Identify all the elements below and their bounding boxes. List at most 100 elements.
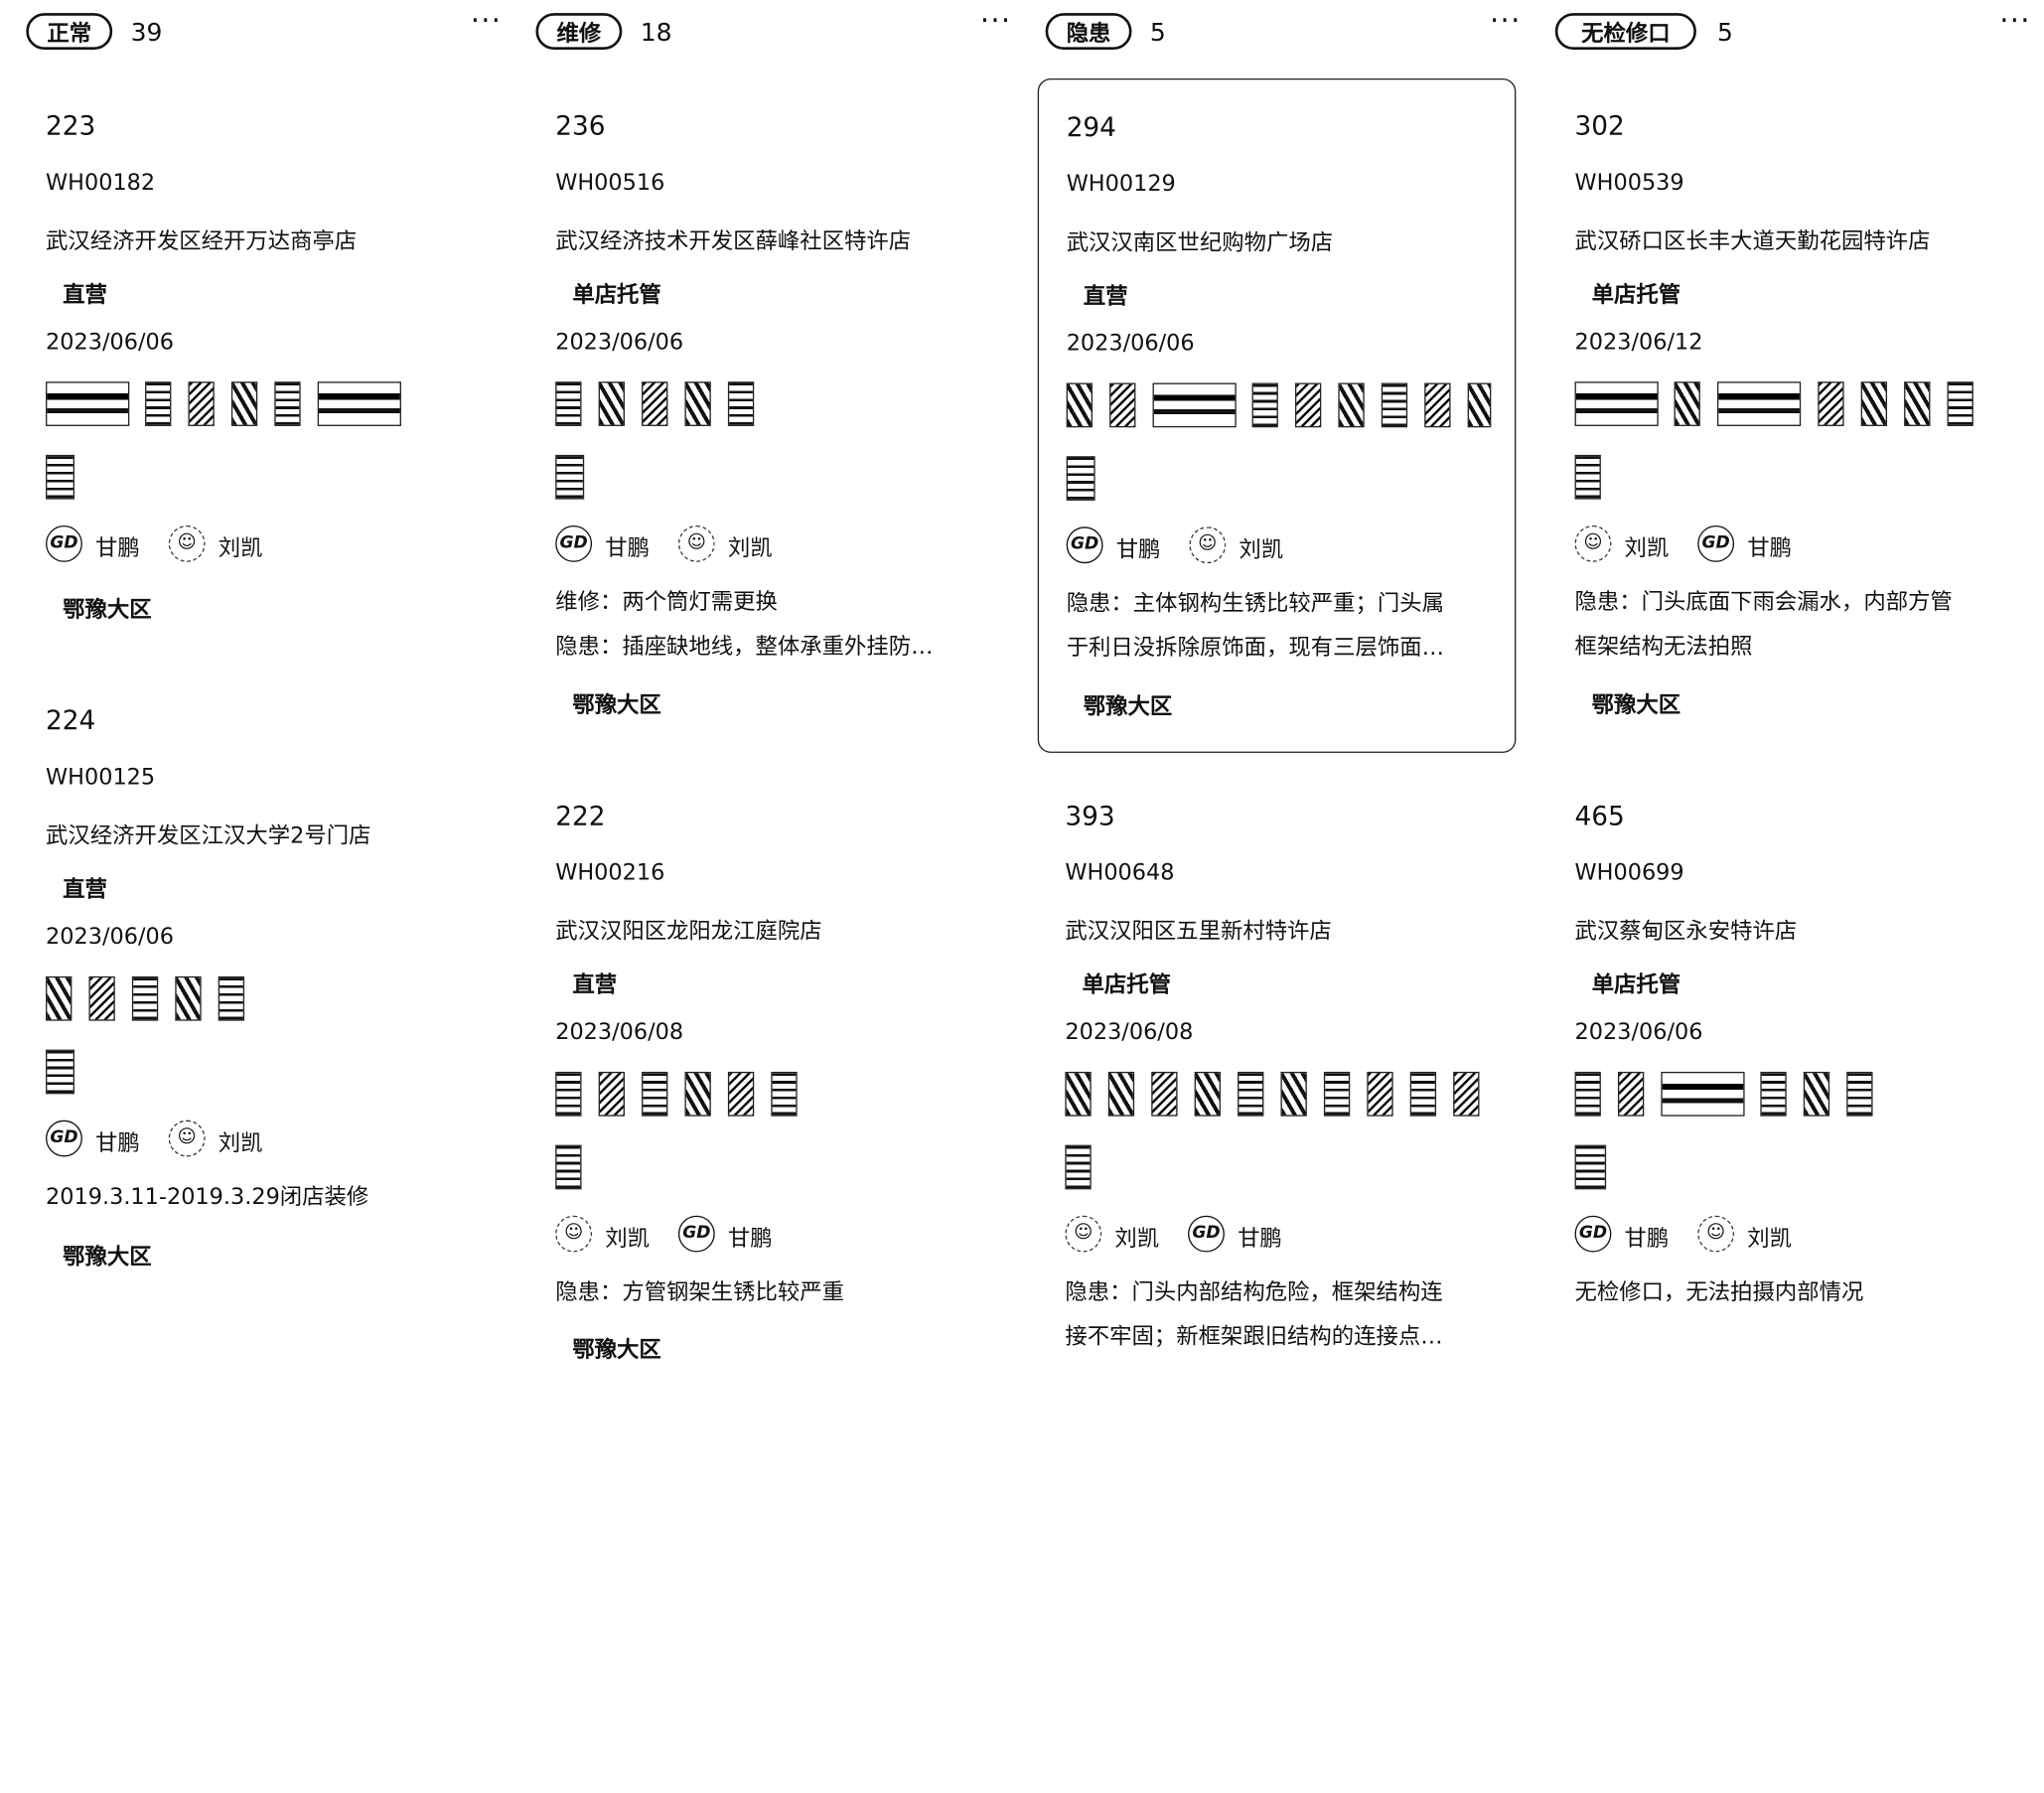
photo-thumbnail[interactable] — [46, 1049, 75, 1095]
assignee[interactable]: GD 甘鹏 — [677, 1215, 796, 1255]
photo-thumbnail[interactable] — [555, 454, 585, 500]
photo-thumbnail[interactable] — [1818, 381, 1844, 426]
store-card[interactable]: 393 WH00648 武汉汉阳区五里新村特许店 单店托管 2023/06/08 — [1046, 784, 1525, 1363]
store-card[interactable]: 224 WH00125 武汉经济开发区江汉大学2号门店 直营 2023/06/0… — [26, 688, 505, 1302]
photo-thumbnail[interactable] — [1151, 1071, 1178, 1117]
photo-thumbnail[interactable] — [642, 381, 668, 426]
photo-thumbnail[interactable] — [1760, 1071, 1787, 1117]
photo-thumbnail[interactable] — [1860, 381, 1888, 426]
more-horizontal-icon[interactable]: ··· — [471, 5, 503, 38]
photo-thumbnail[interactable] — [727, 381, 755, 426]
photo-thumbnail[interactable] — [598, 1071, 625, 1117]
photo-thumbnail[interactable] — [1294, 382, 1322, 428]
photo-thumbnail[interactable] — [230, 381, 258, 426]
assignee[interactable]: ☺ 刘凯 — [555, 1215, 672, 1255]
photo-thumbnail[interactable] — [1065, 1144, 1092, 1190]
photo-thumbnail[interactable] — [46, 975, 73, 1021]
photo-thumbnail[interactable] — [1194, 1071, 1221, 1117]
photo-thumbnail[interactable] — [1367, 1071, 1393, 1117]
photo-thumbnail[interactable] — [1109, 382, 1136, 428]
photo-thumbnail[interactable] — [1574, 381, 1659, 426]
photo-thumbnail[interactable] — [1381, 382, 1408, 428]
photo-thumbnail[interactable] — [1238, 1071, 1264, 1117]
photo-thumbnail[interactable] — [274, 381, 301, 426]
photo-thumbnail[interactable] — [1323, 1071, 1351, 1117]
photo-thumbnail[interactable] — [555, 381, 582, 426]
photo-thumbnail[interactable] — [555, 1071, 582, 1117]
photo-thumbnail[interactable] — [642, 1071, 668, 1117]
more-horizontal-icon[interactable]: ··· — [980, 5, 1012, 38]
photo-thumbnail[interactable] — [598, 381, 625, 426]
assignees: ☺ 刘凯 GD 甘鹏 — [555, 1215, 842, 1255]
status-tag[interactable]: 隐患 — [1045, 13, 1132, 51]
photo-thumbnail[interactable] — [684, 1071, 711, 1117]
operation-type: 直营 — [63, 876, 107, 904]
photo-thumbnail[interactable] — [1617, 1071, 1645, 1117]
photo-thumbnail[interactable] — [1803, 1071, 1830, 1117]
assignee[interactable]: GD 甘鹏 — [46, 524, 163, 564]
assignee[interactable]: ☺ 刘凯 — [1574, 524, 1692, 564]
photo-thumbnail[interactable] — [1152, 382, 1237, 428]
photo-thumbnail[interactable] — [46, 381, 130, 426]
photo-thumbnail[interactable] — [684, 381, 711, 426]
store-card[interactable]: 236 WH00516 武汉经济技术开发区薛峰社区特许店 单店托管 2023/0… — [535, 94, 1014, 735]
photo-thumbnail[interactable] — [218, 975, 245, 1021]
store-card-selected[interactable]: 294 WH00129 武汉汉南区世纪购物广场店 直营 2023/06/06 G… — [1037, 77, 1517, 753]
photo-strip — [1574, 381, 1980, 428]
column-normal: 正常 39 ··· 223 WH00182 武汉经济开发区经开万达商亭店 直营 … — [26, 0, 510, 1363]
photo-thumbnail[interactable] — [1066, 382, 1094, 428]
photo-thumbnail[interactable] — [317, 381, 401, 426]
assignee[interactable]: GD 甘鹏 — [1574, 1215, 1692, 1255]
photo-thumbnail[interactable] — [1674, 381, 1700, 426]
photo-thumbnail[interactable] — [1574, 1071, 1601, 1117]
photo-thumbnail[interactable] — [1453, 1071, 1480, 1117]
assignee[interactable]: GD 甘鹏 — [555, 524, 672, 564]
status-tag[interactable]: 正常 — [26, 13, 113, 51]
photo-thumbnail[interactable] — [727, 1071, 755, 1117]
photo-thumbnail[interactable] — [1280, 1071, 1307, 1117]
photo-thumbnail[interactable] — [175, 975, 202, 1021]
photo-thumbnail[interactable] — [1338, 382, 1365, 428]
photo-thumbnail[interactable] — [555, 1144, 582, 1190]
store-card[interactable]: 465 WH00699 武汉蔡甸区永安特许店 单店托管 2023/06/06 G… — [1555, 784, 2034, 1363]
photo-thumbnail[interactable] — [145, 381, 172, 426]
assignee[interactable]: GD 甘鹏 — [1188, 1215, 1305, 1255]
photo-thumbnail[interactable] — [1574, 454, 1601, 500]
assignee[interactable]: ☺ 刘凯 — [1189, 526, 1306, 565]
photo-thumbnail[interactable] — [1661, 1071, 1745, 1117]
photo-thumbnail[interactable] — [1424, 382, 1451, 428]
photo-thumbnail[interactable] — [1904, 381, 1931, 426]
photo-thumbnail[interactable] — [1251, 382, 1278, 428]
more-horizontal-icon[interactable]: ··· — [1999, 5, 2031, 38]
assignee[interactable]: ☺ 刘凯 — [677, 524, 796, 564]
assignee-name: 刘凯 — [1239, 536, 1284, 564]
photo-thumbnail[interactable] — [1065, 1071, 1092, 1117]
store-card[interactable]: 223 WH00182 武汉经济开发区经开万达商亭店 直营 2023/06/06… — [26, 94, 505, 644]
assignee[interactable]: GD 甘鹏 — [1697, 524, 1815, 564]
assignee[interactable]: ☺ 刘凯 — [168, 524, 286, 564]
photo-thumbnail[interactable] — [1409, 1071, 1437, 1117]
assignee[interactable]: GD 甘鹏 — [1066, 526, 1184, 565]
photo-thumbnail[interactable] — [88, 975, 115, 1021]
photo-thumbnail[interactable] — [1947, 381, 1973, 426]
photo-thumbnail[interactable] — [1574, 1144, 1607, 1190]
store-card[interactable]: 302 WH00539 武汉硚口区长丰大道天勤花园特许店 单店托管 2023/0… — [1555, 94, 2034, 735]
photo-thumbnail[interactable] — [1716, 381, 1802, 426]
assignee[interactable]: ☺ 刘凯 — [168, 1120, 286, 1159]
store-card[interactable]: 222 WH00216 武汉汉阳区龙阳龙江庭院店 直营 2023/06/08 ☺… — [535, 784, 1014, 1363]
photo-thumbnail[interactable] — [1467, 382, 1492, 428]
photo-thumbnail[interactable] — [1107, 1071, 1135, 1117]
face-avatar-icon: ☺ — [168, 524, 206, 562]
status-tag[interactable]: 维修 — [535, 13, 623, 51]
photo-thumbnail[interactable] — [188, 381, 215, 426]
photo-thumbnail[interactable] — [1846, 1071, 1873, 1117]
photo-thumbnail[interactable] — [1066, 456, 1095, 501]
photo-thumbnail[interactable] — [771, 1071, 798, 1117]
photo-thumbnail[interactable] — [131, 975, 159, 1021]
assignee[interactable]: GD 甘鹏 — [46, 1120, 163, 1159]
assignee[interactable]: ☺ 刘凯 — [1065, 1215, 1182, 1255]
photo-thumbnail[interactable] — [46, 454, 75, 500]
status-tag[interactable]: 无检修口 — [1554, 13, 1696, 51]
more-horizontal-icon[interactable]: ··· — [1490, 5, 1522, 38]
assignee[interactable]: ☺ 刘凯 — [1697, 1215, 1815, 1255]
